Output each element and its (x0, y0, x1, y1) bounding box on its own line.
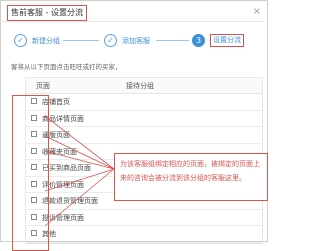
annotation-callout: 为该客服组绑定相应的页面，被绑定的页面上来的咨询会被分流到该分组的客服这里。 (114, 153, 268, 201)
dialog: 售前客服 - 设置分流 × ✓ 新建分组 ✓ 添加客服 3 设置分流 客将从以下… (0, 0, 268, 251)
annotation-arrows (44, 115, 115, 227)
